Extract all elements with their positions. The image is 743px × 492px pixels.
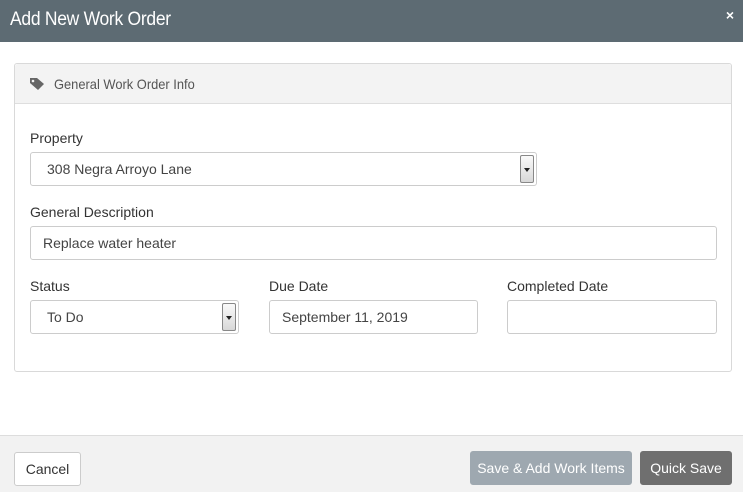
tag-icon bbox=[30, 78, 44, 90]
status-select[interactable]: To Do bbox=[30, 300, 239, 334]
panel-title: General Work Order Info bbox=[54, 76, 195, 92]
description-input[interactable]: Replace water heater bbox=[30, 226, 717, 260]
status-label: Status bbox=[30, 278, 70, 294]
panel-header: General Work Order Info bbox=[15, 64, 731, 104]
chevron-down-icon[interactable] bbox=[222, 303, 236, 331]
dialog-title: Add New Work Order bbox=[10, 9, 171, 30]
property-label: Property bbox=[30, 130, 83, 146]
property-select[interactable]: 308 Negra Arroyo Lane bbox=[30, 152, 537, 186]
status-value: To Do bbox=[47, 309, 84, 325]
due-date-input[interactable]: September 11, 2019 bbox=[269, 300, 478, 334]
description-label: General Description bbox=[30, 204, 154, 220]
completed-date-label: Completed Date bbox=[507, 278, 609, 294]
dialog-titlebar: Add New Work Order × bbox=[0, 0, 743, 42]
save-add-work-items-button[interactable]: Save & Add Work Items bbox=[470, 451, 632, 485]
close-icon[interactable]: × bbox=[723, 8, 737, 22]
dialog-footer: Cancel Save & Add Work Items Quick Save bbox=[0, 435, 743, 492]
cancel-button[interactable]: Cancel bbox=[14, 452, 81, 486]
due-date-label: Due Date bbox=[269, 278, 329, 294]
chevron-down-icon[interactable] bbox=[520, 155, 534, 183]
completed-date-input[interactable] bbox=[507, 300, 717, 334]
quick-save-button[interactable]: Quick Save bbox=[640, 451, 732, 485]
general-info-panel: General Work Order Info Property 308 Neg… bbox=[14, 63, 732, 372]
property-value: 308 Negra Arroyo Lane bbox=[47, 161, 192, 177]
